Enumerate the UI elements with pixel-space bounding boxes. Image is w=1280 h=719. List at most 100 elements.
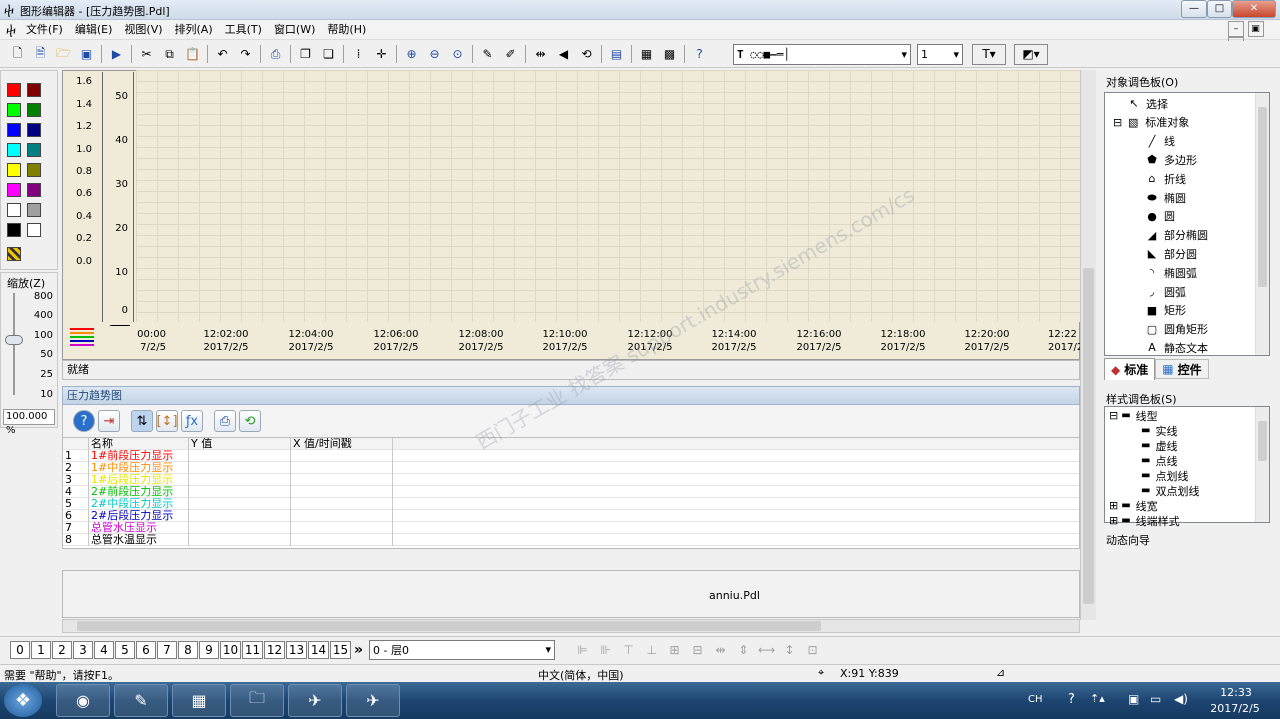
style-item[interactable]: ⊟ ▬ 线型: [1109, 408, 1158, 423]
volume-icon[interactable]: ◀): [1174, 692, 1188, 706]
input-language[interactable]: CH: [1028, 694, 1043, 705]
help-pointer-icon[interactable]: ?: [689, 44, 710, 65]
object-item[interactable]: ⊟ ▧ 标准对象: [1113, 113, 1189, 132]
trend-plot-area[interactable]: [136, 70, 1080, 322]
layer-button[interactable]: 0: [10, 640, 30, 659]
menu-help[interactable]: 帮助(H): [321, 20, 372, 40]
collapse-icon[interactable]: ⊟: [1109, 409, 1118, 422]
column-header-name[interactable]: 名称: [89, 438, 189, 450]
bring-front-icon[interactable]: ❐: [295, 44, 316, 65]
table-row[interactable]: 2 1#中段压力显示: [63, 462, 1079, 474]
layer-combo[interactable]: 0 - 层0 ▾: [369, 639, 556, 660]
tray-arrow-icon[interactable]: ⇡▴: [1090, 692, 1105, 705]
scroll-thumb[interactable]: [1258, 421, 1267, 461]
zoom-slider-handle[interactable]: [5, 335, 23, 345]
color-swatch[interactable]: [7, 163, 21, 177]
close-button[interactable]: ✕: [1232, 0, 1276, 18]
object-item[interactable]: ■ 矩形: [1145, 301, 1186, 320]
menu-arrange[interactable]: 排列(A): [169, 20, 219, 40]
network-icon[interactable]: ▣: [1128, 692, 1139, 706]
color-swatch[interactable]: [27, 183, 41, 197]
trend-legend-icon[interactable]: [70, 326, 94, 352]
font-size-combo[interactable]: 1 ▾: [917, 43, 963, 65]
paste-icon[interactable]: 📋: [182, 44, 203, 65]
table-row[interactable]: 5 2#中段压力显示: [63, 498, 1079, 510]
color-swatch[interactable]: [27, 223, 41, 237]
color-swatch[interactable]: [7, 83, 21, 97]
collapse-icon[interactable]: ⊟: [1113, 116, 1122, 129]
scroll-thumb[interactable]: [77, 621, 821, 631]
style-item[interactable]: ▬ 实线: [1141, 423, 1177, 438]
flip-vertical-icon[interactable]: ◀: [553, 44, 574, 65]
menu-edit[interactable]: 编辑(E): [69, 20, 119, 40]
zoom-value[interactable]: 100.000 %: [3, 409, 55, 436]
menu-tools[interactable]: 工具(T): [219, 20, 268, 40]
color-swatch[interactable]: [27, 203, 41, 217]
export-icon[interactable]: ⇥: [98, 410, 120, 432]
axis-range-icon[interactable]: [↕]: [156, 410, 178, 432]
color-swatch[interactable]: [7, 183, 21, 197]
text-align-icon[interactable]: T▾: [972, 43, 1006, 65]
object-item[interactable]: ⌂ 折线: [1145, 169, 1187, 188]
color-swatch[interactable]: [7, 223, 21, 237]
mdi-minimize-button[interactable]: –: [1228, 21, 1244, 37]
color-swatch[interactable]: [7, 123, 21, 137]
undo-icon[interactable]: ↶: [212, 44, 233, 65]
color-swatch[interactable]: [7, 203, 21, 217]
layer-button[interactable]: 4: [94, 640, 114, 659]
tab-standard[interactable]: ◆ 标准: [1104, 358, 1156, 380]
scroll-thumb[interactable]: [1083, 268, 1094, 604]
table-row[interactable]: 8 总管水温显示: [63, 534, 1079, 546]
layer-button[interactable]: 1: [31, 640, 51, 659]
table-row[interactable]: 3 1#后段压力显示: [63, 474, 1079, 486]
start-button[interactable]: ❖: [4, 684, 42, 717]
object-item[interactable]: A 静态文本: [1145, 338, 1208, 357]
distribute-v-icon[interactable]: ⇕: [733, 639, 754, 660]
object-item[interactable]: ↖ 选择: [1127, 94, 1168, 113]
layer-button[interactable]: 6: [136, 640, 156, 659]
color-swatch[interactable]: [27, 123, 41, 137]
run-icon[interactable]: ▶: [106, 44, 127, 65]
center-horizontal-icon[interactable]: ⊞: [664, 639, 685, 660]
color-swatch[interactable]: [27, 143, 41, 157]
maximize-button[interactable]: □: [1207, 0, 1232, 18]
object-item[interactable]: ╱ 线: [1145, 132, 1175, 151]
table-row[interactable]: 7 总管水压显示: [63, 522, 1079, 534]
properties-icon[interactable]: ▦: [636, 44, 657, 65]
new-file-icon[interactable]: 🗋: [7, 44, 28, 65]
font-combo[interactable]: T ◌◌■—═│ ▾: [733, 43, 911, 65]
layer-button[interactable]: 12: [264, 640, 285, 659]
scroll-thumb[interactable]: [1258, 107, 1267, 287]
same-height-icon[interactable]: ↕: [779, 639, 800, 660]
help-icon[interactable]: ?: [1068, 692, 1075, 707]
object-item[interactable]: ⬟ 多边形: [1145, 150, 1197, 169]
custom-color-icon[interactable]: [7, 247, 21, 261]
fill-style-icon[interactable]: ◩▾: [1014, 43, 1048, 65]
layer-button[interactable]: 5: [115, 640, 135, 659]
brush-icon[interactable]: ✐: [500, 44, 521, 65]
print-icon[interactable]: ⎙: [265, 44, 286, 65]
picture-icon[interactable]: ▩: [659, 44, 680, 65]
layer-button[interactable]: 7: [157, 640, 177, 659]
column-header-x[interactable]: X 值/时间戳: [291, 438, 393, 450]
style-item[interactable]: ▬ 虚线: [1141, 438, 1177, 453]
cut-icon[interactable]: ✂: [136, 44, 157, 65]
object-tree-scrollbar[interactable]: [1255, 93, 1269, 355]
flip-horizontal-icon[interactable]: ⇹: [530, 44, 551, 65]
clock-date[interactable]: 2017/2/5: [1202, 702, 1268, 715]
same-width-icon[interactable]: ⟷: [756, 639, 777, 660]
new-template-icon[interactable]: 🗎: [30, 44, 51, 65]
layer-button[interactable]: 14: [308, 640, 329, 659]
chrome-icon[interactable]: ◉: [56, 684, 110, 717]
same-size-icon[interactable]: ⊡: [802, 639, 823, 660]
style-item[interactable]: ⊞ ▬ 线端样式: [1109, 513, 1180, 528]
align-bottom-icon[interactable]: ⊥: [641, 639, 662, 660]
object-item[interactable]: ◞ 圆弧: [1145, 282, 1186, 301]
minimize-button[interactable]: —: [1181, 0, 1207, 18]
graphics-designer-icon[interactable]: ▦: [172, 684, 226, 717]
refresh-icon[interactable]: ⟲: [239, 410, 261, 432]
send-back-icon[interactable]: ❏: [318, 44, 339, 65]
table-row[interactable]: 4 2#前段压力显示: [63, 486, 1079, 498]
expand-icon[interactable]: ⊞: [1109, 499, 1118, 512]
save-icon[interactable]: ▣: [76, 44, 97, 65]
